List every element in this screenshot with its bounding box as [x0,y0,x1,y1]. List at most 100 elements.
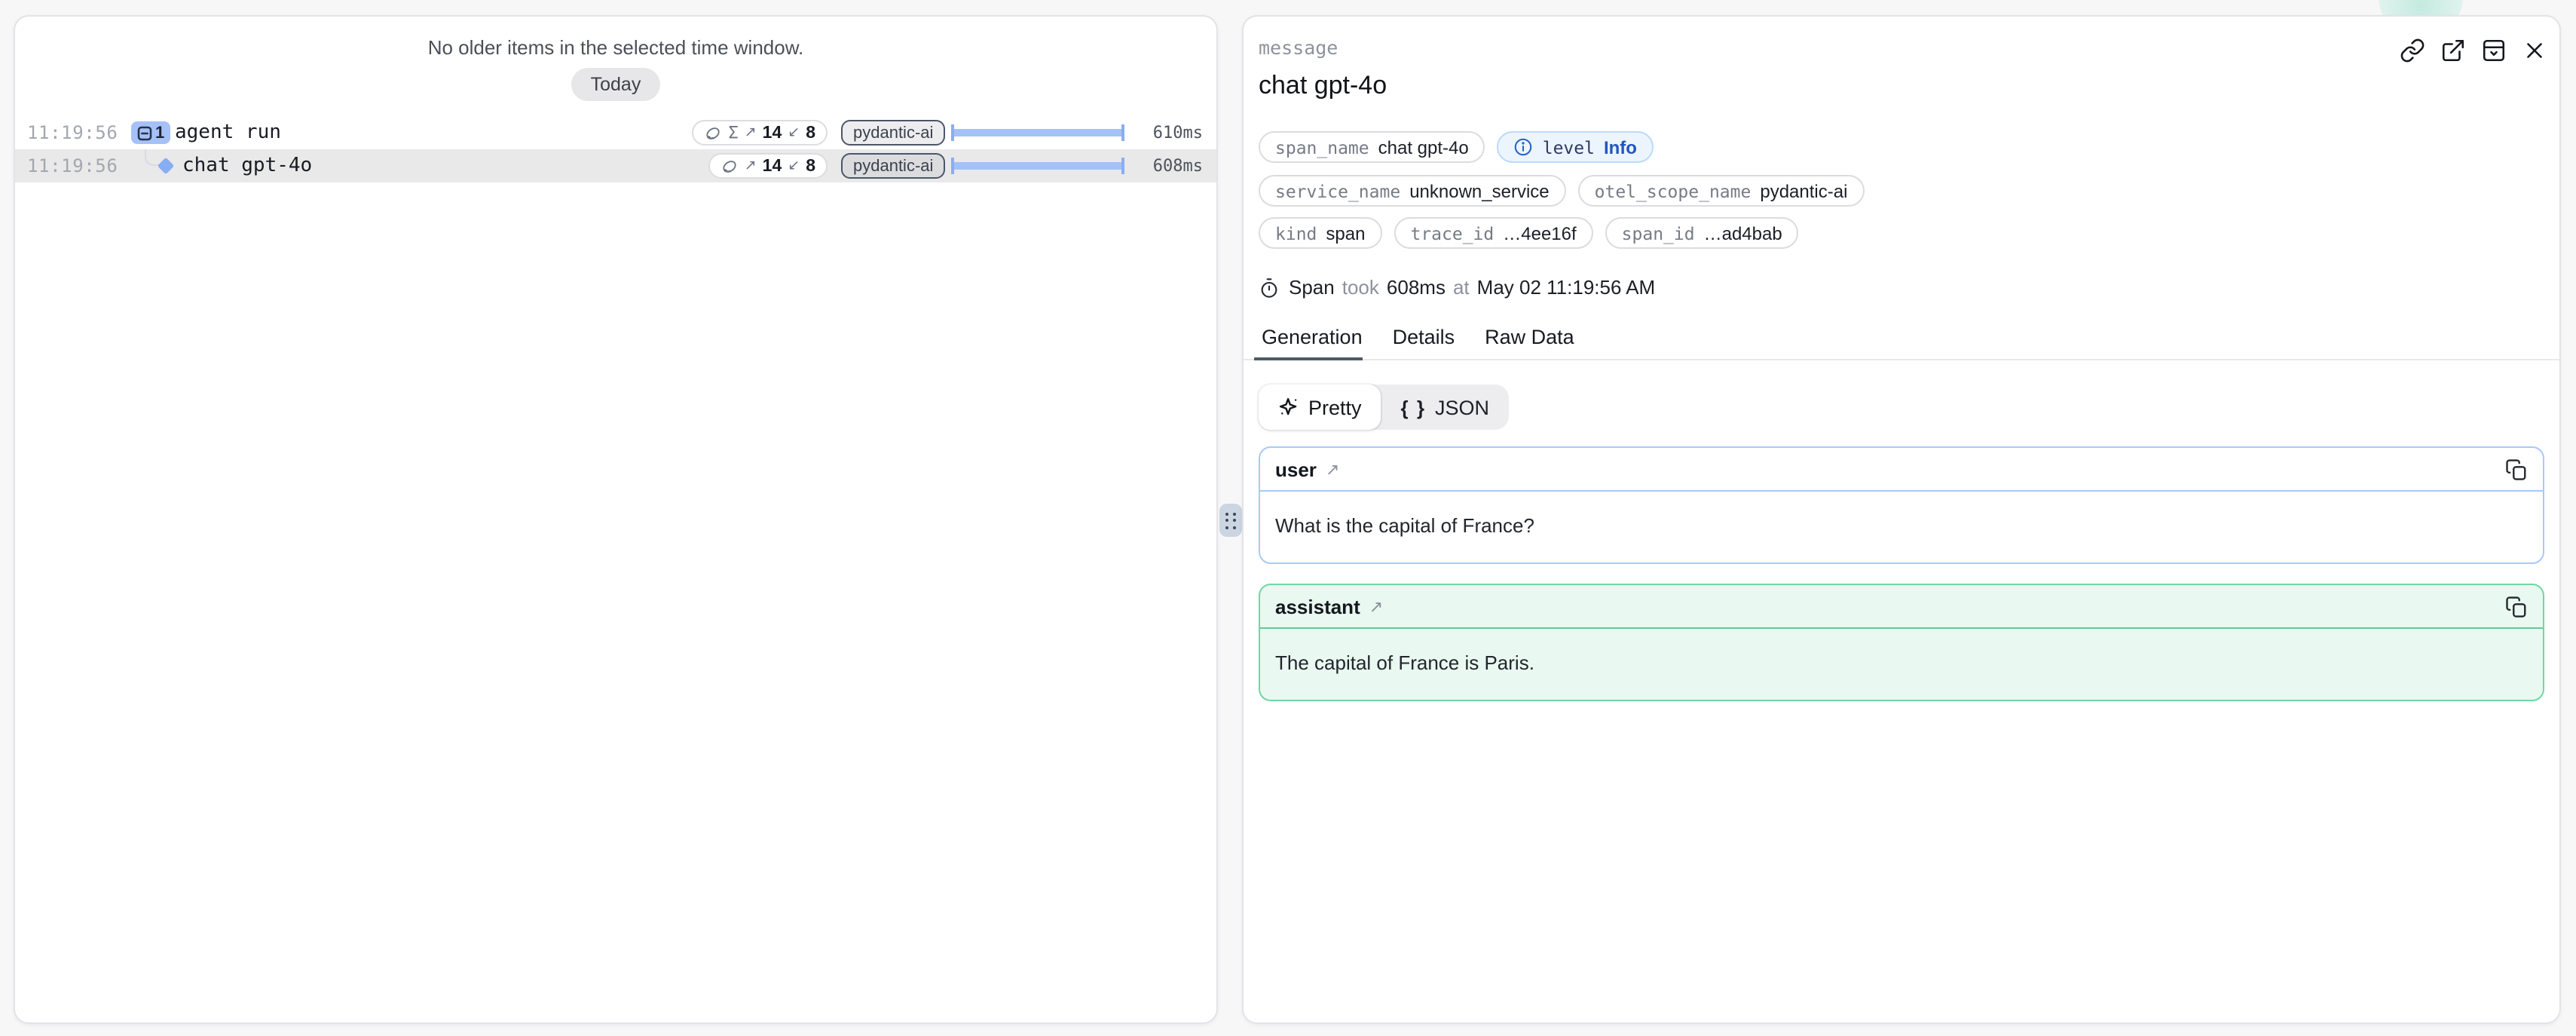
tokens-icon [704,124,722,142]
message-content: What is the capital of France? [1260,492,2543,562]
token-stats-pill: Σ ↗ 14 ↙ 8 [692,120,828,146]
close-icon [2522,38,2547,63]
trace-list-panel: No older items in the selected time wind… [14,15,1218,1024]
role-link-icon[interactable]: ↗ [1326,459,1339,479]
copy-message-button[interactable] [2505,595,2528,618]
grip-dots-icon [1225,512,1236,529]
copy-link-button[interactable] [2400,38,2425,63]
message-role: assistant [1275,595,1360,618]
span-timing-line: Span took 608ms at May 02 11:19:56 AM [1259,276,1655,299]
role-link-icon[interactable]: ↗ [1369,596,1383,616]
open-in-new-button[interactable] [2440,38,2466,63]
attr-value: unknown_service [1409,180,1549,201]
link-icon [2400,38,2425,63]
attr-key: otel_scope_name [1595,180,1751,201]
tab-generation[interactable]: Generation [1262,326,1363,348]
attr-key: service_name [1275,180,1400,201]
info-icon [1514,137,1534,157]
tab-details[interactable]: Details [1393,326,1455,348]
attr-pill-trace-id[interactable]: trace_id …4ee16f [1394,217,1592,249]
row-timestamp: 11:19:56 [27,122,118,143]
active-tab-indicator [1254,357,1363,360]
span-label: agent run [175,121,281,144]
duration-text: 610ms [1153,123,1203,143]
panel-resize-handle[interactable] [1219,504,1242,537]
tokens-down-count: 8 [806,124,815,142]
timing-at-word: at [1453,276,1470,299]
today-wrap: Today [15,68,1216,101]
span-kind-label: message [1259,36,1338,59]
token-stats-pill: ↗ 14 ↙ 8 [708,153,828,179]
dock-panel-button[interactable] [2481,38,2507,63]
attr-pill-kind[interactable]: kind span [1259,217,1381,249]
sigma-icon: Σ [728,123,738,143]
child-count: 1 [155,124,164,142]
tabs-divider [1244,359,2559,360]
attribute-badges-row-1: span_name chat gpt-4o level Info [1259,131,1654,163]
span-label: chat gpt-4o [182,155,312,177]
tokens-down-icon: ↙ [788,158,800,174]
tokens-up-icon: ↗ [745,124,757,141]
attr-pill-service-name[interactable]: service_name unknown_service [1259,175,1566,207]
attr-value: span [1326,222,1365,244]
trace-row-chat-gpt-4o[interactable]: 11:19:56 chat gpt-4o ↗ 14 ↙ 8 pydantic-a… [15,149,1216,182]
attr-key: trace_id [1410,222,1494,244]
json-label: JSON [1435,396,1489,418]
message-card-user: user ↗ What is the capital of France? [1259,446,2544,564]
sparkles-icon [1278,397,1299,418]
app-root: No older items in the selected time wind… [0,0,2576,1036]
close-panel-button[interactable] [2522,38,2547,63]
external-link-icon [2440,38,2466,63]
scope-tag[interactable]: pydantic-ai [841,120,945,146]
braces-icon: { } [1401,396,1426,418]
attribute-badges-row-2: service_name unknown_service otel_scope_… [1259,175,1864,207]
panel-bottom-icon [2481,38,2507,63]
duration-text: 608ms [1153,156,1203,176]
attr-value: …4ee16f [1503,222,1576,244]
pretty-view-button[interactable]: Pretty [1259,385,1381,430]
timing-took-word: took [1342,276,1379,299]
empty-window-notice: No older items in the selected time wind… [15,36,1216,59]
timing-duration: 608ms [1387,276,1446,299]
message-card-assistant: assistant ↗ The capital of France is Par… [1259,584,2544,701]
attr-key: level [1543,136,1595,158]
collapse-children-badge[interactable]: 1 [131,121,170,144]
attr-pill-otel-scope-name[interactable]: otel_scope_name pydantic-ai [1578,175,1865,207]
attr-pill-span-name[interactable]: span_name chat gpt-4o [1259,131,1485,163]
message-card-header: assistant ↗ [1260,585,2543,629]
attr-value: chat gpt-4o [1378,136,1469,158]
timing-span-word: Span [1289,276,1335,299]
tab-raw-data[interactable]: Raw Data [1485,326,1574,348]
today-button[interactable]: Today [571,68,661,101]
tokens-up-count: 14 [763,124,782,142]
attr-key: span_name [1275,136,1369,158]
copy-icon [2505,458,2528,480]
message-role: user [1275,458,1317,480]
json-view-button[interactable]: { } JSON [1381,385,1510,430]
tokens-up-icon: ↗ [745,158,757,174]
pretty-label: Pretty [1308,396,1362,418]
row-timestamp: 11:19:56 [27,155,118,176]
trace-row-agent-run[interactable]: 11:19:56 1 agent run Σ ↗ 14 ↙ [15,116,1216,149]
tokens-down-count: 8 [806,157,815,175]
trace-rows: 11:19:56 1 agent run Σ ↗ 14 ↙ [15,116,1216,182]
message-content: The capital of France is Paris. [1260,629,2543,700]
attr-key: span_id [1622,222,1695,244]
attr-pill-span-id[interactable]: span_id …ad4bab [1605,217,1799,249]
tokens-icon [720,157,739,175]
span-detail-panel: message [1242,15,2561,1024]
tokens-up-count: 14 [763,157,782,175]
message-card-header: user ↗ [1260,448,2543,492]
tokens-down-icon: ↙ [788,124,800,141]
attr-key: kind [1275,222,1317,244]
scope-tag[interactable]: pydantic-ai [841,153,945,179]
attr-value: Info [1604,136,1637,158]
detail-tabs: Generation Details Raw Data [1262,326,1574,348]
duration-bar [951,162,1124,170]
span-title: chat gpt-4o [1259,71,1387,101]
level-badge[interactable]: level Info [1498,131,1654,163]
minus-square-icon [137,125,152,140]
stopwatch-icon [1259,277,1280,298]
copy-message-button[interactable] [2505,458,2528,480]
duration-bar [951,129,1124,136]
